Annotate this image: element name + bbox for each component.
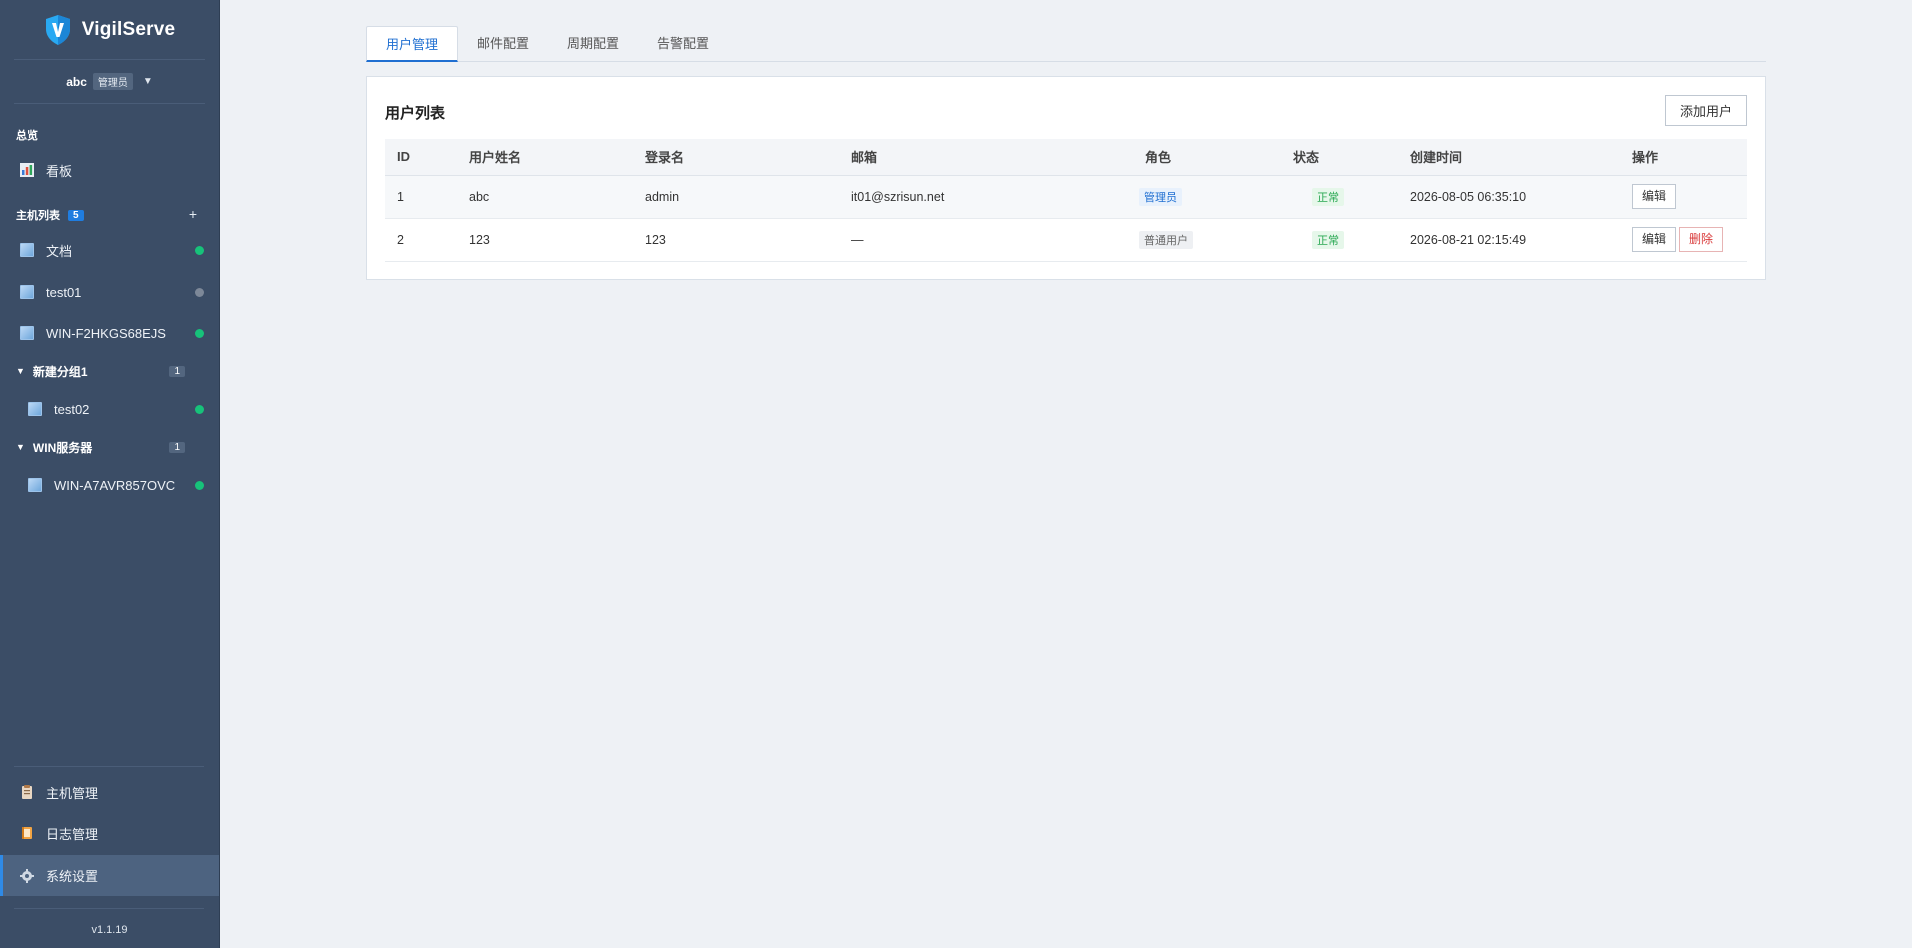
group-count: 1	[169, 441, 185, 453]
add-user-button[interactable]: 添加用户	[1665, 95, 1747, 126]
host-name: WIN-A7AVR857OVC	[54, 477, 176, 493]
column-header: 状态	[1293, 150, 1320, 166]
column-header: 用户姓名	[469, 150, 522, 166]
group-name: WIN服务器	[32, 440, 93, 455]
host-icon	[28, 402, 42, 416]
group-name: 新建分组1	[32, 364, 88, 379]
user-name: abc	[66, 74, 87, 89]
cell-name: 123	[469, 232, 490, 247]
shield-logo-icon	[45, 14, 70, 45]
nav-system-settings-label: 系统设置	[46, 869, 99, 884]
table-header-row: ID 用户姓名 登录名 邮箱 角色 状态 创建时间 操作	[385, 139, 1747, 175]
host-name: 文档	[46, 243, 73, 259]
delete-button[interactable]: 删除	[1679, 227, 1724, 252]
chart-icon	[20, 163, 34, 177]
host-group[interactable]: ▼ WIN服务器 1	[0, 432, 219, 462]
host-icon	[28, 478, 42, 492]
user-role-badge: 管理员	[92, 73, 133, 90]
user-table: ID 用户姓名 登录名 邮箱 角色 状态 创建时间 操作 1 abc admin…	[385, 139, 1747, 262]
column-header: 创建时间	[1410, 150, 1463, 166]
column-header: 操作	[1632, 150, 1659, 166]
sidebar: VigilServe abc 管理员 ▼ 总览 看板 主机列表 5 + 文档 t…	[0, 0, 220, 948]
column-header: 登录名	[645, 150, 685, 166]
tab-alert-config[interactable]: 告警配置	[638, 26, 728, 62]
column-header: ID	[397, 149, 410, 165]
group-count: 1	[169, 365, 185, 377]
host-group[interactable]: ▼ 新建分组1 1	[0, 356, 219, 386]
column-header: 邮箱	[851, 150, 878, 166]
role-badge: 管理员	[1139, 187, 1182, 206]
cell-id: 1	[397, 189, 404, 204]
table-row: 2 123 123 — 普通用户 正常 2026-08-21 02:15:49 …	[385, 218, 1747, 261]
user-menu[interactable]: abc 管理员 ▼	[14, 60, 205, 104]
host-icon	[20, 243, 34, 257]
cell-name: abc	[469, 189, 490, 204]
nav-dashboard[interactable]: 看板	[0, 151, 219, 189]
status-dot	[195, 287, 204, 297]
status-dot	[195, 328, 204, 338]
nav-log-management[interactable]: 日志管理	[0, 814, 219, 852]
cell-actions: 编辑 删除	[1620, 218, 1747, 261]
cell-role: 管理员	[1133, 175, 1281, 218]
nav-host-management[interactable]: 主机管理	[0, 773, 219, 811]
host-item[interactable]: test01	[0, 273, 219, 311]
app-version: v1.1.19	[91, 924, 128, 936]
cell-actions: 编辑	[1620, 175, 1747, 218]
nav-host-management-label: 主机管理	[46, 785, 99, 801]
cell-role: 普通用户	[1133, 218, 1281, 261]
hosts-count-badge: 5	[68, 209, 84, 221]
host-icon	[20, 326, 34, 340]
table-row: 1 abc admin it01@szrisun.net 管理员 正常 2026…	[385, 175, 1747, 218]
nav-log-management-label: 日志管理	[46, 826, 99, 842]
host-item[interactable]: WIN-A7AVR857OVC	[0, 466, 219, 504]
status-badge: 正常	[1312, 230, 1344, 249]
nav-dashboard-label: 看板	[46, 163, 73, 179]
notebook-icon	[22, 827, 32, 839]
hosts-label: 主机列表	[16, 210, 60, 222]
settings-tabs: 用户管理 邮件配置 周期配置 告警配置	[366, 26, 1766, 62]
host-item[interactable]: test02	[0, 390, 219, 428]
column-header: 角色	[1145, 150, 1172, 166]
add-host-icon[interactable]: +	[189, 206, 197, 222]
cell-email: it01@szrisun.net	[851, 189, 945, 204]
status-dot	[195, 404, 204, 414]
cell-id: 2	[397, 232, 404, 247]
brand: VigilServe	[14, 0, 205, 60]
cell-status: 正常	[1281, 175, 1398, 218]
cell-login: 123	[645, 232, 666, 247]
cell-created: 2026-08-21 02:15:49	[1410, 232, 1527, 247]
edit-button[interactable]: 编辑	[1632, 184, 1677, 209]
divider	[14, 908, 204, 909]
gear-icon	[20, 868, 34, 883]
tab-mail-config[interactable]: 邮件配置	[458, 26, 548, 62]
host-name: WIN-F2HKGS68EJS	[46, 325, 166, 341]
host-icon	[20, 285, 34, 299]
role-badge: 普通用户	[1139, 230, 1193, 249]
panel-title: 用户列表	[385, 105, 446, 122]
divider	[14, 766, 204, 767]
cell-created: 2026-08-05 06:35:10	[1410, 189, 1527, 204]
cell-email: —	[851, 232, 864, 247]
clipboard-icon	[22, 785, 32, 799]
status-badge: 正常	[1312, 187, 1344, 206]
status-dot	[195, 480, 204, 490]
status-dot	[195, 245, 204, 255]
cell-status: 正常	[1281, 218, 1398, 261]
caret-down-icon: ▼	[142, 76, 153, 87]
overview-label: 总览	[16, 130, 38, 142]
host-item[interactable]: 文档	[0, 231, 219, 269]
cell-login: admin	[645, 189, 680, 204]
nav-system-settings[interactable]: 系统设置	[0, 855, 219, 896]
tab-period-config[interactable]: 周期配置	[548, 26, 638, 62]
tab-user-management[interactable]: 用户管理	[366, 26, 459, 62]
host-name: test02	[54, 401, 90, 417]
hosts-section: 主机列表 5	[16, 207, 206, 223]
host-item[interactable]: WIN-F2HKGS68EJS	[0, 314, 219, 352]
app-name: VigilServe	[81, 18, 176, 40]
triangle-down-icon: ▼	[16, 366, 25, 376]
triangle-down-icon: ▼	[16, 442, 25, 452]
edit-button[interactable]: 编辑	[1632, 227, 1677, 252]
user-list-panel: 用户列表 添加用户 ID 用户姓名 登录名 邮箱 角色 状态 创建时间 操作 1…	[366, 76, 1766, 280]
host-name: test01	[46, 284, 82, 300]
